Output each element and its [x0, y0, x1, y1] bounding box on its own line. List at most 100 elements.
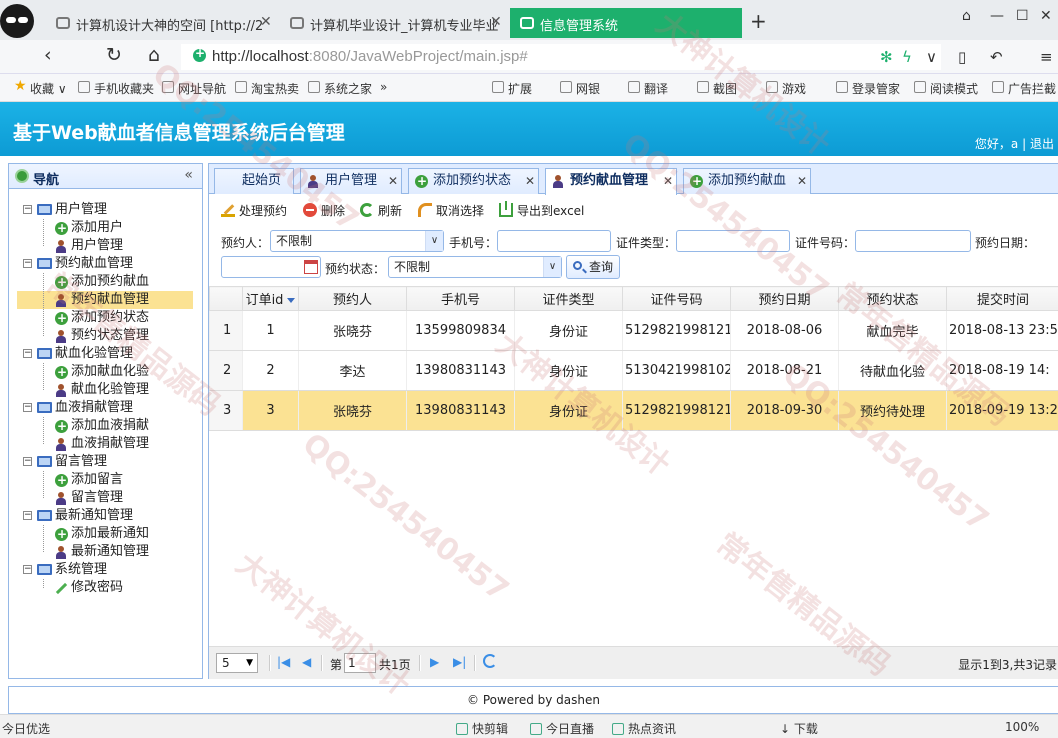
- bookmark-favorites[interactable]: ★ 收藏 ∨: [14, 78, 67, 97]
- nav-group[interactable]: − 最新通知管理: [23, 507, 193, 525]
- nav-item[interactable]: 添加献血化验: [23, 363, 193, 381]
- close-icon[interactable]: ✕: [260, 14, 272, 30]
- next-page-icon[interactable]: ▶: [430, 655, 439, 669]
- back-icon[interactable]: ‹: [44, 44, 52, 66]
- bookmark-mobile[interactable]: 手机收藏夹: [78, 80, 154, 97]
- undo-icon[interactable]: ↶: [990, 48, 1003, 66]
- menu-icon[interactable]: ≡: [1040, 48, 1053, 66]
- nav-item[interactable]: 添加血液捐献: [23, 417, 193, 435]
- lightning-icon[interactable]: ϟ: [902, 48, 912, 66]
- grid-header-cell[interactable]: 提交时间: [946, 286, 1058, 311]
- nav-item[interactable]: 留言管理: [23, 489, 193, 507]
- browser-tab-1[interactable]: 计算机设计大神的空间 [http://2 ✕: [46, 8, 280, 38]
- grid-header-cell[interactable]: 证件类型: [514, 286, 623, 311]
- minimize-icon[interactable]: —: [990, 8, 1004, 24]
- skin-icon[interactable]: ⌂: [962, 8, 971, 24]
- phone-input[interactable]: [497, 230, 611, 252]
- collapse-icon[interactable]: «: [184, 167, 193, 183]
- browser-tab-active[interactable]: 信息管理系统: [510, 8, 742, 38]
- nav-item[interactable]: 献血化验管理: [23, 381, 193, 399]
- nav-item[interactable]: 用户管理: [23, 237, 193, 255]
- booker-select[interactable]: 不限制 ∨: [270, 230, 444, 252]
- nav-item[interactable]: 血液捐献管理: [23, 435, 193, 453]
- page-number-input[interactable]: 1: [344, 653, 376, 673]
- new-tab-icon[interactable]: +: [750, 9, 767, 33]
- last-page-icon[interactable]: ▶|: [453, 655, 466, 669]
- nav-group[interactable]: − 血液捐献管理: [23, 399, 193, 417]
- collapse-toggle-icon[interactable]: −: [23, 457, 32, 466]
- close-window-icon[interactable]: ✕: [1040, 8, 1052, 24]
- cert-type-input[interactable]: [676, 230, 790, 252]
- close-icon[interactable]: ✕: [388, 169, 398, 193]
- nav-group[interactable]: − 系统管理: [23, 561, 193, 579]
- grid-header-cell[interactable]: 预约人: [298, 286, 407, 311]
- toolbar-translate[interactable]: 翻译: [628, 80, 668, 97]
- content-tab[interactable]: 添加预约状态 ✕: [408, 168, 539, 194]
- reload-icon[interactable]: ↻: [106, 44, 122, 66]
- status-hot-news[interactable]: 热点资讯: [612, 720, 676, 737]
- cancel-selection-button[interactable]: 取消选择: [418, 202, 484, 219]
- collapse-toggle-icon[interactable]: −: [23, 565, 32, 574]
- nav-item[interactable]: 添加用户: [23, 219, 193, 237]
- content-tab[interactable]: 起始页: [214, 168, 294, 194]
- status-today-picks[interactable]: 今日优选: [2, 720, 50, 737]
- nav-group[interactable]: − 献血化验管理: [23, 345, 193, 363]
- nav-group[interactable]: − 预约献血管理: [23, 255, 193, 273]
- home-icon[interactable]: ⌂: [148, 44, 160, 66]
- toolbar-banking[interactable]: 网银: [560, 80, 600, 97]
- dropdown-icon[interactable]: ∨: [926, 48, 937, 66]
- first-page-icon[interactable]: |◀: [277, 655, 290, 669]
- chevron-down-icon[interactable]: ∨: [425, 231, 443, 251]
- nav-item[interactable]: 添加留言: [23, 471, 193, 489]
- nav-item[interactable]: 最新通知管理: [23, 543, 193, 561]
- status-download[interactable]: ↓ 下载: [780, 720, 818, 737]
- process-booking-button[interactable]: 处理预约: [221, 202, 287, 219]
- toolbar-login-manager[interactable]: 登录管家: [836, 80, 900, 97]
- speed-icon[interactable]: ✻: [880, 48, 893, 66]
- calendar-icon[interactable]: [304, 260, 318, 274]
- reload-icon[interactable]: [483, 654, 497, 668]
- query-button[interactable]: 查询: [566, 255, 621, 279]
- status-select[interactable]: 不限制 ∨: [388, 256, 562, 278]
- toolbar-adblock[interactable]: 广告拦截: [992, 80, 1056, 97]
- bookmark-system[interactable]: 系统之家: [308, 80, 372, 97]
- table-row[interactable]: 1 1 张晓芬 13599809834 身份证 51298219981211 2018-08…: [209, 310, 1058, 351]
- status-quick-edit[interactable]: 快剪辑: [456, 720, 508, 737]
- toolbar-screenshot[interactable]: 截图: [697, 80, 737, 97]
- toolbar-extensions[interactable]: 扩展: [492, 80, 532, 97]
- delete-button[interactable]: 删除: [303, 202, 345, 219]
- prev-page-icon[interactable]: ◀: [302, 655, 311, 669]
- page-size-select[interactable]: 5: [216, 653, 258, 673]
- content-tab[interactable]: 预约献血管理 ✕: [545, 168, 677, 195]
- chevron-down-icon[interactable]: ∨: [543, 257, 561, 277]
- collapse-toggle-icon[interactable]: −: [23, 511, 32, 520]
- content-tab[interactable]: 用户管理 ✕: [300, 168, 402, 194]
- toolbar-reader-mode[interactable]: 阅读模式: [914, 80, 978, 97]
- table-row[interactable]: 2 2 李达 13980831143 身份证 51304219981022 2018-08-…: [209, 350, 1058, 391]
- logout-link[interactable]: 退出: [1030, 137, 1054, 151]
- nav-item[interactable]: 修改密码: [23, 579, 193, 597]
- nav-item[interactable]: 添加预约状态: [23, 309, 193, 327]
- grid-header-cell[interactable]: 订单id: [242, 286, 299, 311]
- collapse-toggle-icon[interactable]: −: [23, 205, 32, 214]
- bookmark-nav[interactable]: 网址导航: [162, 80, 226, 97]
- date-input[interactable]: [221, 256, 321, 278]
- close-icon[interactable]: ✕: [525, 169, 535, 193]
- collapse-toggle-icon[interactable]: −: [23, 259, 32, 268]
- bookmark-taobao[interactable]: 淘宝热卖: [235, 80, 299, 97]
- status-live[interactable]: 今日直播: [530, 720, 594, 737]
- nav-group[interactable]: − 留言管理: [23, 453, 193, 471]
- bookmark-more[interactable]: »: [380, 80, 387, 94]
- grid-header-cell[interactable]: 证件号码: [622, 286, 731, 311]
- url-input[interactable]: http://localhost:8080/JavaWebProject/mai…: [181, 44, 941, 70]
- export-excel-button[interactable]: 导出到excel: [499, 201, 584, 219]
- collapse-toggle-icon[interactable]: −: [23, 349, 32, 358]
- toolbar-games[interactable]: 游戏: [766, 80, 806, 97]
- refresh-button[interactable]: 刷新: [360, 202, 402, 219]
- cert-no-input[interactable]: [855, 230, 971, 252]
- nav-item[interactable]: 添加预约献血: [23, 273, 193, 291]
- collapse-toggle-icon[interactable]: −: [23, 403, 32, 412]
- nav-item[interactable]: 添加最新通知: [23, 525, 193, 543]
- maximize-icon[interactable]: ☐: [1016, 8, 1029, 24]
- table-row[interactable]: 3 3 张晓芬 13980831143 身份证 51298219981211 2018-09…: [209, 390, 1058, 431]
